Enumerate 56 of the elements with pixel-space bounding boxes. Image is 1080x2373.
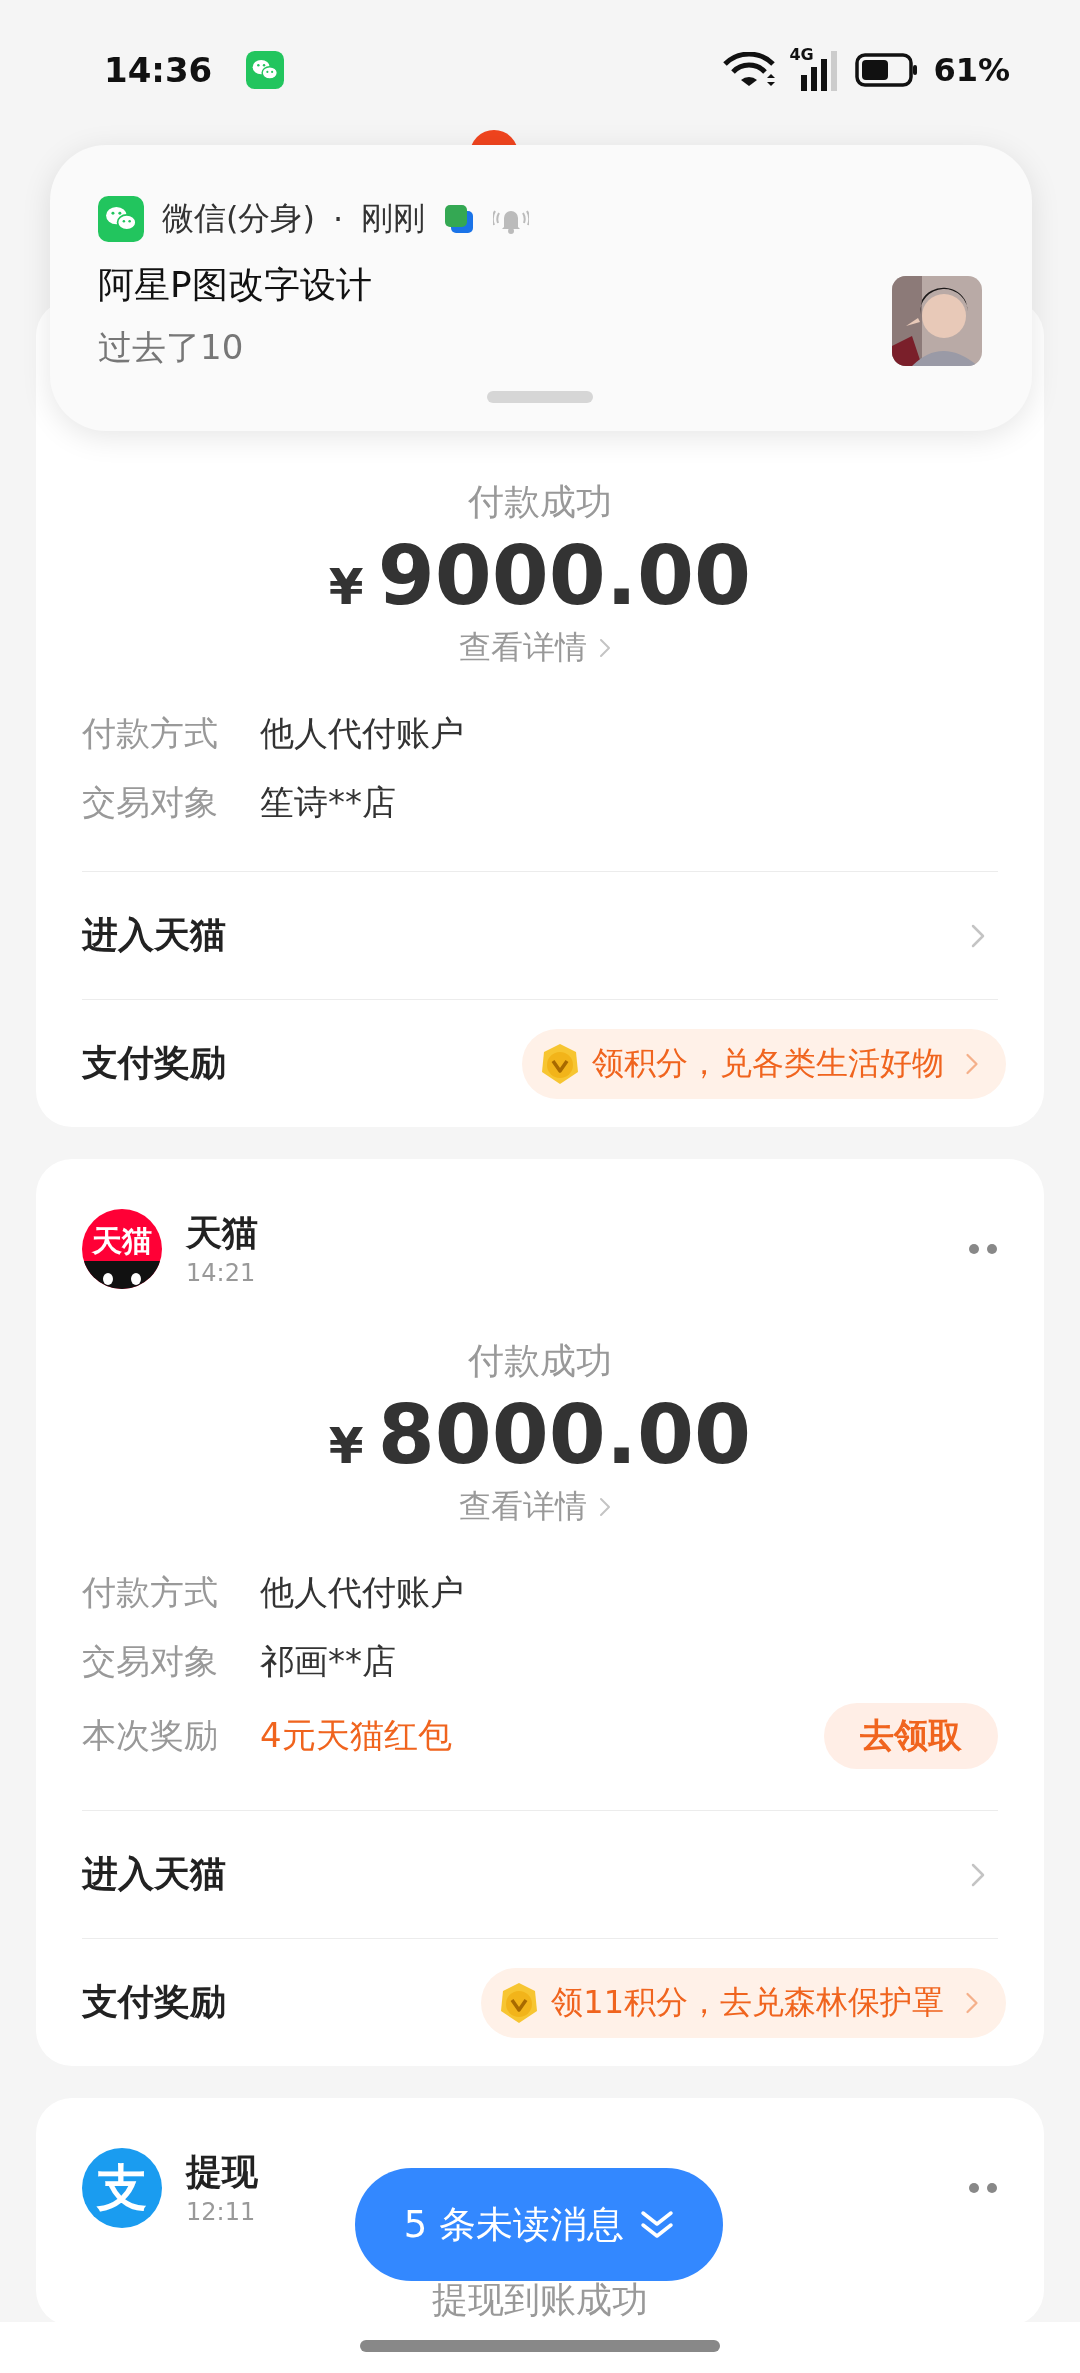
field-label: 付款方式 bbox=[82, 711, 219, 755]
notification-app: 微信(分身) bbox=[162, 198, 315, 239]
amount-text: 9000.00 bbox=[377, 528, 752, 624]
nav-row[interactable]: 进入天猫 bbox=[82, 1810, 998, 1938]
sender-name: 提现 bbox=[186, 2150, 258, 2194]
clone-icon bbox=[443, 203, 476, 235]
notification-title: 阿星P图改字设计 bbox=[98, 263, 372, 307]
status-time: 14:36 bbox=[104, 50, 213, 90]
status-text: 提现到账成功 bbox=[431, 2278, 649, 2322]
field-label: 交易对象 bbox=[82, 1639, 219, 1683]
claim-button[interactable]: 去领取 bbox=[824, 1703, 998, 1769]
more-icon[interactable] bbox=[968, 2182, 998, 2194]
field-label: 本次奖励 bbox=[82, 1714, 219, 1757]
status-text: 付款成功 bbox=[467, 480, 613, 524]
nav-row[interactable]: 进入天猫 bbox=[82, 871, 998, 999]
reward-row[interactable]: 支付奖励 领11积分，去兑森林保护罩 bbox=[82, 1938, 998, 2066]
reward-value: 4元天猫红包 bbox=[260, 1714, 453, 1757]
reward-text: 领11积分，去兑森林保护罩 bbox=[551, 1981, 944, 2023]
message-time: 14:21 bbox=[186, 1258, 256, 1289]
status-text: 付款成功 bbox=[467, 1339, 613, 1383]
field-value: 他人代付账户 bbox=[260, 711, 465, 755]
sender-name: 天猫 bbox=[186, 1211, 258, 1255]
notification-banner[interactable]: 微信(分身) · 刚刚 阿星P图改字设计 过去了10 bbox=[50, 145, 1032, 431]
more-icon[interactable] bbox=[968, 1243, 998, 1255]
field-label: 付款方式 bbox=[82, 1570, 219, 1614]
details-link[interactable]: 查看详情 bbox=[459, 1485, 621, 1529]
row-label: 支付奖励 bbox=[82, 1980, 226, 2024]
notification-message: 过去了10 bbox=[98, 326, 245, 369]
battery-icon bbox=[855, 53, 920, 87]
amount-text: 8000.00 bbox=[377, 1387, 752, 1483]
field-label: 交易对象 bbox=[82, 780, 219, 824]
reward-pill[interactable]: 领积分，兑各类生活好物 bbox=[522, 1028, 1006, 1099]
drag-handle[interactable] bbox=[487, 391, 593, 403]
battery-percent: 61% bbox=[933, 51, 1010, 89]
currency-symbol: ¥ bbox=[328, 1416, 364, 1477]
row-label: 进入天猫 bbox=[82, 913, 226, 957]
details-link[interactable]: 查看详情 bbox=[459, 626, 621, 670]
currency-symbol: ¥ bbox=[328, 557, 364, 618]
reward-pill[interactable]: 领11积分，去兑森林保护罩 bbox=[481, 1967, 1006, 2038]
reward-text: 领积分，兑各类生活好物 bbox=[592, 1042, 944, 1084]
chat-app-icon bbox=[246, 51, 285, 89]
reward-row[interactable]: 支付奖励 领积分，兑各类生活好物 bbox=[82, 999, 998, 1127]
wifi-icon bbox=[723, 52, 776, 88]
separator-dot: · bbox=[332, 200, 344, 238]
double-chevron-down-icon bbox=[640, 2209, 675, 2240]
chat-app-icon bbox=[98, 196, 144, 242]
notification-time: 刚刚 bbox=[361, 198, 426, 239]
field-value: 祁画**店 bbox=[260, 1639, 397, 1683]
field-value: 笙诗**店 bbox=[260, 780, 397, 824]
payment-logo: 支 bbox=[82, 2148, 162, 2228]
field-value: 他人代付账户 bbox=[260, 1570, 465, 1614]
message-time: 12:11 bbox=[186, 2197, 256, 2228]
store-logo: 天猫 bbox=[82, 1209, 162, 1289]
row-label: 进入天猫 bbox=[82, 1852, 226, 1896]
row-label: 支付奖励 bbox=[82, 1041, 226, 1085]
unread-messages-button[interactable]: 5 条未读消息 bbox=[355, 2168, 723, 2281]
